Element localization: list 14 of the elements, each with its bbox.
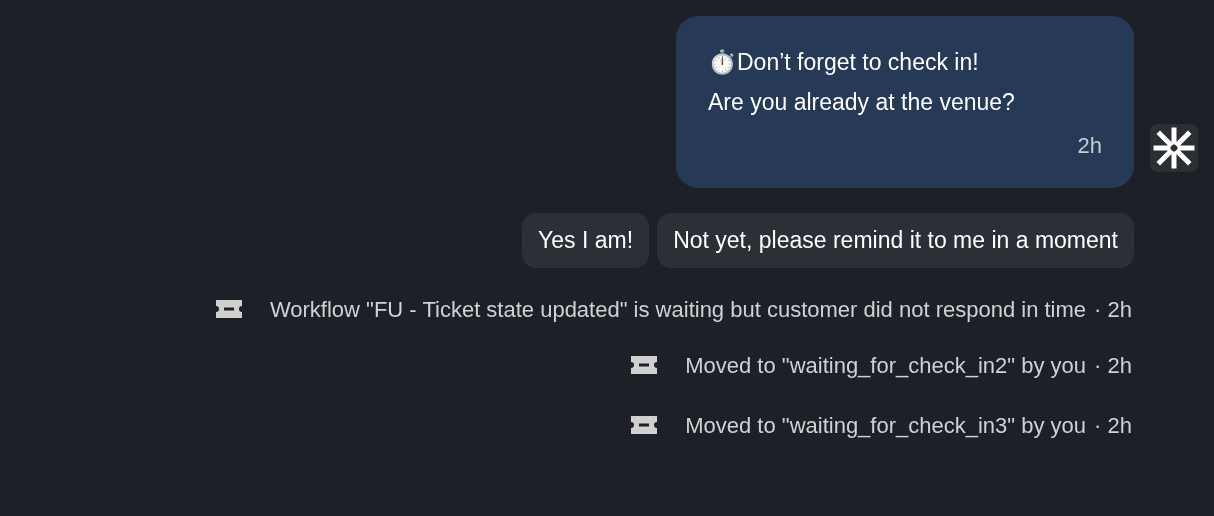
event-time: · 2h	[1094, 411, 1132, 440]
event-text: Moved to "waiting_for_check_in2" by you	[685, 351, 1087, 380]
event-text: Workflow "FU - Ticket state updated" is waiting but customer did not respond in time	[269, 295, 1087, 324]
ticket-icon	[629, 413, 660, 436]
ticket-icon	[213, 297, 244, 320]
message-text: ⏱Don’t forget to check in!	[708, 48, 979, 77]
event-time: · 2h	[1094, 351, 1132, 380]
message-text: Are you already at the venue?	[708, 88, 1015, 117]
event-text: Moved to "waiting_for_check_in3" by you	[685, 411, 1087, 440]
event-time: · 2h	[1094, 295, 1132, 324]
quick-reply-button[interactable]: Not yet, please remind it to me in a moment	[657, 213, 1134, 268]
quick-reply-button[interactable]: Yes I am!	[522, 213, 650, 268]
ticket-icon	[629, 353, 660, 376]
message-time: 2h	[1076, 132, 1102, 160]
